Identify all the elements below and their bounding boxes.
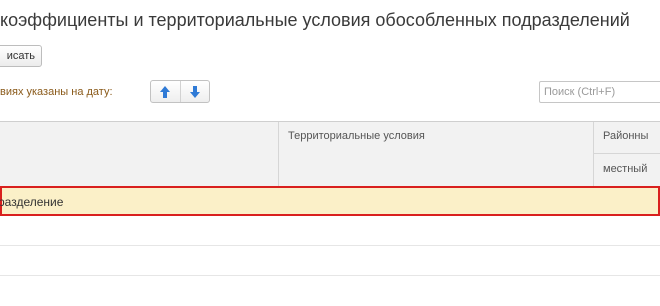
page-title: коэффициенты и территориальные условия о… [0, 10, 630, 30]
table-row[interactable] [0, 216, 660, 246]
arrow-down-icon [189, 85, 200, 98]
column-subheader-label: местный [603, 163, 648, 175]
column-header-label: Районны [603, 130, 649, 142]
date-arrows-group [150, 80, 210, 103]
table-row[interactable]: разделение [0, 186, 660, 216]
arrow-up-button[interactable] [151, 81, 180, 102]
column-header-territorial-conditions[interactable]: Территориальные условия [279, 122, 593, 186]
search-input[interactable] [539, 81, 660, 103]
arrow-down-button[interactable] [179, 81, 210, 102]
date-filter-label: виях указаны на дату: [0, 86, 113, 98]
column-subheader-local[interactable]: местный [594, 154, 660, 186]
data-table: Территориальные условия Районны местный … [0, 121, 660, 301]
table-cell: разделение [0, 195, 64, 209]
write-button[interactable]: исать [0, 45, 42, 67]
column-header-name[interactable] [0, 122, 278, 186]
table-row[interactable] [0, 246, 660, 276]
arrow-up-icon [160, 85, 171, 98]
column-header-district[interactable]: Районны [594, 122, 660, 154]
table-header: Территориальные условия Районны местный [0, 122, 660, 187]
table-row[interactable] [0, 276, 660, 306]
column-header-label: Территориальные условия [288, 130, 425, 142]
